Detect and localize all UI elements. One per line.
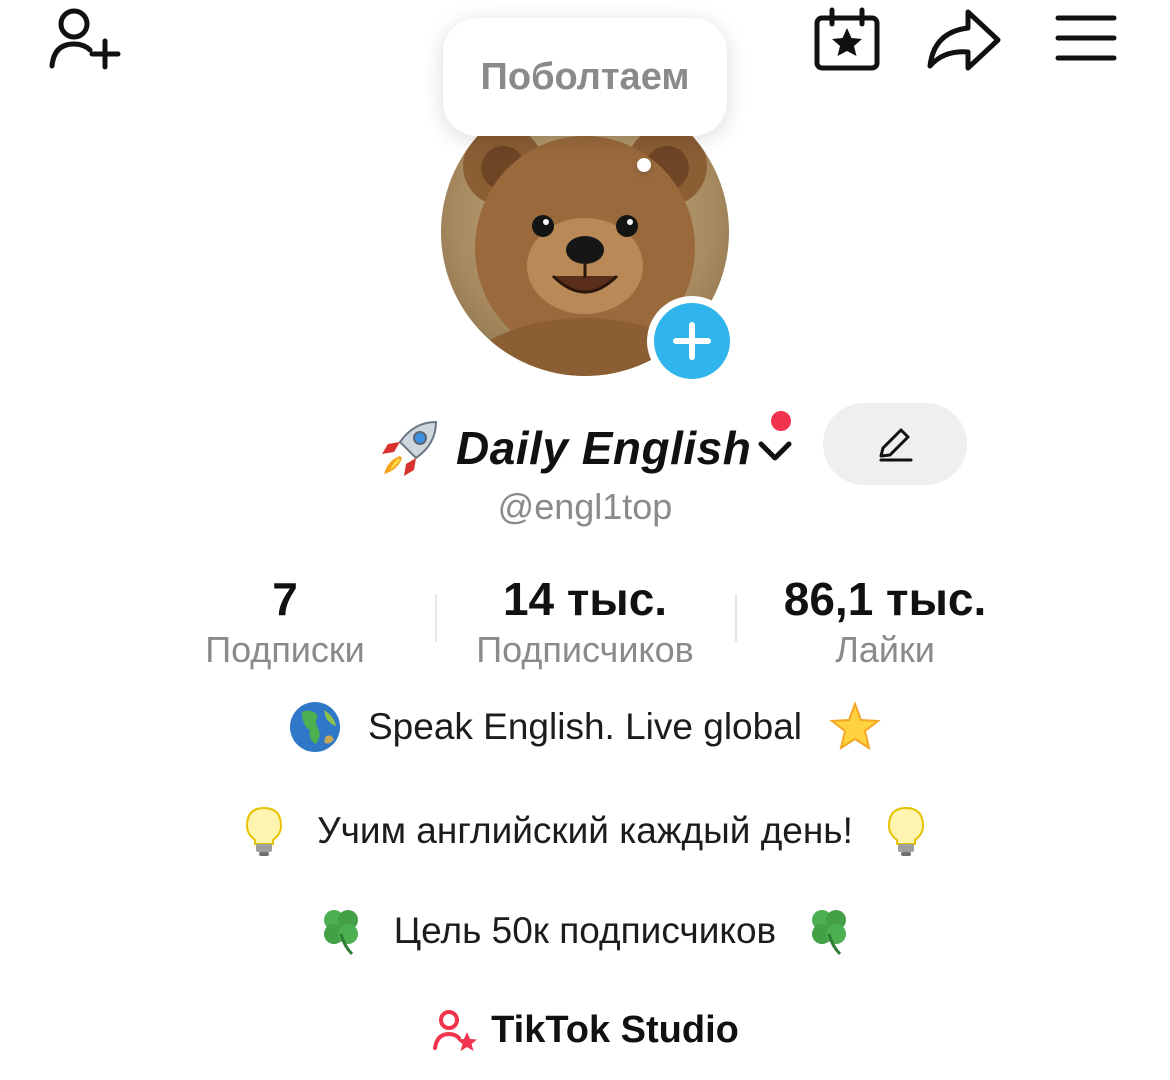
add-friend-icon — [49, 8, 121, 70]
menu-icon — [1055, 15, 1117, 61]
bubble-tail-dot — [637, 158, 651, 172]
stat-label: Подписчиков — [476, 629, 694, 670]
stat-followers[interactable]: 14 тыс. Подписчиков — [435, 572, 735, 674]
clover-icon — [812, 910, 847, 956]
stat-likes[interactable]: 86,1 тыс. Лайки — [735, 572, 1035, 674]
tiktok-studio-link[interactable]: TikTok Studio — [0, 1000, 1170, 1060]
studio-icon — [433, 1010, 478, 1051]
bio-text: Цель 50к подписчиков — [393, 910, 777, 951]
stat-label: Подписки — [205, 629, 365, 670]
stat-label: Лайки — [835, 629, 935, 670]
bio-line: Цель 50к подписчиков — [0, 896, 1170, 966]
status-bubble-text: Поболтаем — [480, 55, 690, 98]
display-name: Daily English — [456, 422, 752, 474]
calendar-button[interactable] — [808, 4, 886, 76]
add-friend-button[interactable] — [44, 4, 124, 76]
calendar-star-icon — [814, 7, 880, 71]
bio-text: Учим английский каждый день! — [317, 810, 853, 851]
rocket-icon — [382, 420, 438, 476]
globe-icon — [289, 702, 340, 752]
clover-icon — [323, 910, 358, 956]
stat-value: 86,1 тыс. — [783, 573, 987, 625]
bio-line: Speak English. Live global — [0, 692, 1170, 762]
add-avatar-button[interactable] — [647, 296, 737, 386]
bio-line: Учим английский каждый день! — [0, 796, 1170, 866]
stat-value: 7 — [272, 573, 298, 625]
edit-pencil-icon — [879, 428, 913, 462]
stat-value: 14 тыс. — [502, 573, 668, 625]
username: @engl1top — [497, 486, 673, 527]
menu-button[interactable] — [1050, 4, 1122, 76]
plus-icon — [673, 322, 711, 360]
share-button[interactable] — [922, 4, 1006, 76]
stat-following[interactable]: 7 Подписки — [135, 572, 435, 674]
studio-label: TikTok Studio — [491, 1008, 739, 1051]
edit-profile-button[interactable] — [823, 403, 967, 485]
chevron-down-icon[interactable] — [757, 434, 793, 470]
status-bubble[interactable]: Поболтаем — [443, 18, 727, 136]
lightbulb-icon — [246, 806, 283, 856]
bio-text: Speak English. Live global — [367, 706, 802, 747]
profile-name-row[interactable]: Daily English — [378, 408, 793, 488]
share-icon — [927, 9, 1001, 71]
star-icon — [829, 701, 881, 751]
lightbulb-icon — [887, 806, 924, 856]
notification-dot — [768, 408, 794, 434]
